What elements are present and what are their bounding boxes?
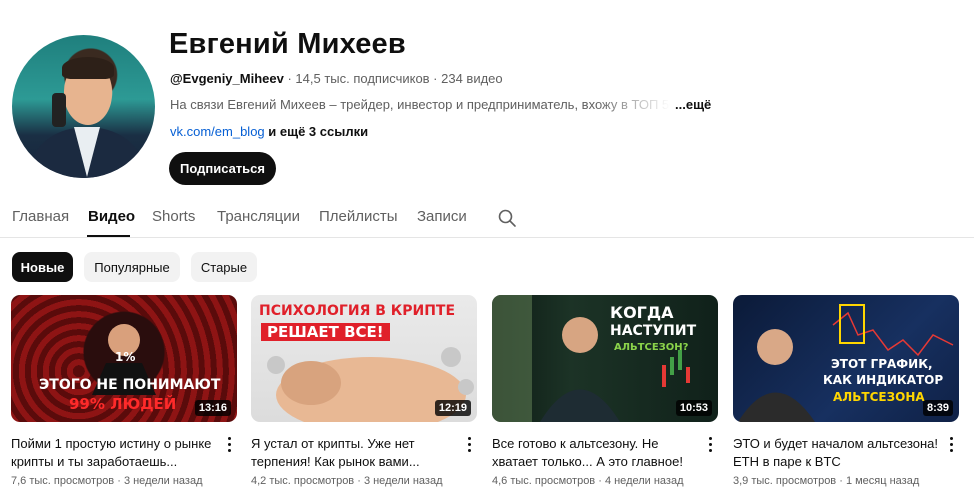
chip-old[interactable]: Старые (191, 252, 257, 282)
video-age: · 3 недели назад (117, 475, 203, 487)
video-card[interactable]: КОГДА НАСТУПИТ АЛЬТСЕЗОН? 10:53 Все гото… (492, 295, 718, 487)
channel-description[interactable]: На связи Евгений Михеев – трейдер, инвес… (170, 97, 711, 112)
thumbnail-text: ПСИХОЛОГИЯ В КРИПТЕ (259, 303, 456, 319)
channel-links: vk.com/em_blog и ещё 3 ссылки (170, 124, 368, 139)
video-views: 3,9 тыс. просмотров (733, 475, 837, 487)
more-options-icon[interactable] (463, 435, 475, 453)
more-options-icon[interactable] (945, 435, 957, 453)
avatar-phone (52, 93, 66, 127)
thumbnail-text: ЭТОТ ГРАФИК, (831, 357, 933, 371)
thumbnail-text: 99% ЛЮДЕЙ (69, 395, 177, 413)
active-tab-indicator (87, 235, 130, 237)
channel-handle: @Evgeniy_Miheev (170, 71, 284, 86)
thumbnail-badge: 1% (115, 350, 136, 364)
tab-live[interactable]: Трансляции (217, 208, 300, 225)
video-title[interactable]: Все готово к альтсезону. Не хватает толь… (492, 435, 702, 471)
video-meta: 4,2 тыс. просмотров · 3 недели назад (251, 475, 443, 487)
thumbnail-text: ЭТОГО НЕ ПОНИМАЮТ (39, 377, 221, 393)
chip-popular[interactable]: Популярные (84, 252, 180, 282)
more-options-icon[interactable] (704, 435, 716, 453)
video-thumbnail[interactable]: ЭТОТ ГРАФИК, КАК ИНДИКАТОР АЛЬТСЕЗОНА 8:… (733, 295, 959, 422)
search-icon[interactable] (497, 208, 517, 228)
video-card[interactable]: ЭТОТ ГРАФИК, КАК ИНДИКАТОР АЛЬТСЕЗОНА 8:… (733, 295, 959, 487)
tab-videos[interactable]: Видео (88, 208, 135, 225)
tab-posts[interactable]: Записи (417, 208, 467, 225)
description-more-link[interactable]: ...ещё (675, 97, 711, 112)
more-links[interactable]: и ещё 3 ссылки (268, 124, 368, 139)
subscribe-button[interactable]: Подписаться (169, 152, 276, 185)
thumbnail-text: КОГДА (610, 303, 674, 322)
channel-meta: @Evgeniy_Miheev · 14,5 тыс. подписчиков … (170, 71, 503, 86)
tab-home[interactable]: Главная (12, 208, 69, 225)
thumbnail-text: АЛЬТСЕЗОНА (833, 390, 925, 404)
video-meta: 3,9 тыс. просмотров · 1 месяц назад (733, 475, 919, 487)
video-views: 4,6 тыс. просмотров (492, 475, 596, 487)
video-title[interactable]: Пойми 1 простую истину о рынке крипты и … (11, 435, 221, 471)
channel-tabs: Главная Видео Shorts Трансляции Плейлист… (0, 200, 974, 238)
video-card[interactable]: ПСИХОЛОГИЯ В КРИПТЕ РЕШАЕТ ВСЕ! 12:19 Я … (251, 295, 477, 487)
video-views: 7,6 тыс. просмотров (11, 475, 115, 487)
video-title[interactable]: Я устал от крипты. Уже нет терпения! Как… (251, 435, 461, 471)
thumbnail-text: НАСТУПИТ (610, 323, 697, 339)
video-thumbnail[interactable]: ПСИХОЛОГИЯ В КРИПТЕ РЕШАЕТ ВСЕ! 12:19 (251, 295, 477, 422)
video-views: 4,2 тыс. просмотров (251, 475, 355, 487)
channel-name: Евгений Михеев (169, 28, 406, 60)
thumbnail-text: АЛЬТСЕЗОН? (614, 342, 689, 353)
video-duration: 13:16 (194, 400, 231, 416)
thumbnail-text: РЕШАЕТ ВСЕ! (261, 323, 390, 341)
channel-description-text: На связи Евгений Михеев – трейдер, инвес… (170, 97, 670, 112)
channel-avatar (12, 35, 155, 178)
tab-shorts[interactable]: Shorts (152, 208, 195, 225)
more-options-icon[interactable] (223, 435, 235, 453)
video-duration: 8:39 (922, 400, 953, 416)
video-meta: 4,6 тыс. просмотров · 4 недели назад (492, 475, 684, 487)
video-age: · 3 недели назад (357, 475, 443, 487)
avatar-hair (62, 57, 114, 79)
channel-link[interactable]: vk.com/em_blog (170, 124, 265, 139)
video-duration: 10:53 (675, 400, 712, 416)
video-duration: 12:19 (434, 400, 471, 416)
video-title[interactable]: ЭТО и будет началом альтсезона! ETH в па… (733, 435, 943, 471)
video-meta: 7,6 тыс. просмотров · 3 недели назад (11, 475, 203, 487)
video-thumbnail[interactable]: 1% ЭТОГО НЕ ПОНИМАЮТ 99% ЛЮДЕЙ 13:16 (11, 295, 237, 422)
video-thumbnail[interactable]: КОГДА НАСТУПИТ АЛЬТСЕЗОН? 10:53 (492, 295, 718, 422)
video-card[interactable]: 1% ЭТОГО НЕ ПОНИМАЮТ 99% ЛЮДЕЙ 13:16 Пой… (11, 295, 237, 487)
video-age: · 1 месяц назад (839, 475, 920, 487)
channel-stats: · 14,5 тыс. подписчиков · 234 видео (287, 71, 503, 86)
tab-playlists[interactable]: Плейлисты (319, 208, 398, 225)
video-age: · 4 недели назад (598, 475, 684, 487)
thumbnail-text: КАК ИНДИКАТОР (823, 373, 944, 387)
chip-new[interactable]: Новые (12, 252, 73, 282)
